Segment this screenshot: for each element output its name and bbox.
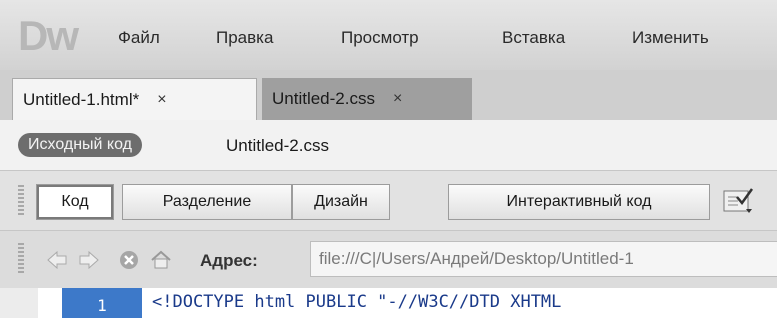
- view-split-button[interactable]: Разделение: [122, 184, 292, 220]
- line-number: 1: [62, 288, 142, 318]
- menu-view[interactable]: Просмотр: [341, 28, 419, 48]
- menu-modify[interactable]: Изменить: [632, 28, 709, 48]
- close-icon[interactable]: ×: [393, 90, 402, 108]
- view-design-button[interactable]: Дизайн: [292, 184, 390, 220]
- tab-untitled-2[interactable]: Untitled-2.css ×: [262, 78, 472, 120]
- view-split-label: Разделение: [162, 193, 252, 210]
- home-icon[interactable]: [150, 249, 172, 271]
- document-tab-bar: Untitled-1.html* × Untitled-2.css ×: [0, 70, 777, 121]
- toolbar-grip[interactable]: [18, 243, 24, 275]
- menu-file[interactable]: Файл: [118, 28, 160, 48]
- view-design-label: Дизайн: [314, 193, 368, 210]
- address-label: Адрес:: [200, 251, 258, 270]
- address-field[interactable]: file:///C|/Users/Андрей/Desktop/Untitled…: [310, 241, 777, 277]
- browser-navigation-bar: Адрес: file:///C|/Users/Андрей/Desktop/U…: [0, 230, 777, 289]
- close-icon[interactable]: ×: [157, 91, 166, 109]
- live-code-button[interactable]: Интерактивный код: [448, 184, 710, 220]
- app-logo: Dw: [18, 12, 79, 59]
- live-code-label: Интерактивный код: [506, 193, 652, 210]
- code-gutter: [0, 288, 38, 318]
- forward-arrow-icon[interactable]: [78, 249, 100, 271]
- menu-bar: Dw Файл Правка Просмотр Вставка Изменить: [0, 0, 777, 70]
- stop-icon[interactable]: [118, 249, 140, 271]
- view-code-label: Код: [61, 193, 89, 210]
- check-page-icon[interactable]: [722, 185, 756, 217]
- related-file-link[interactable]: Untitled-2.css: [226, 136, 329, 156]
- code-line[interactable]: <!DOCTYPE html PUBLIC "-//W3C//DTD XHTML: [152, 292, 561, 312]
- related-files-bar: Исходный код Untitled-2.css: [0, 120, 777, 170]
- toolbar-grip[interactable]: [18, 185, 24, 217]
- view-code-button[interactable]: Код: [36, 184, 114, 220]
- tab-label: Untitled-2.css: [272, 89, 375, 108]
- menu-edit[interactable]: Правка: [216, 28, 273, 48]
- tab-label: Untitled-1.html*: [23, 89, 140, 109]
- menu-insert[interactable]: Вставка: [502, 28, 565, 48]
- back-arrow-icon[interactable]: [46, 249, 68, 271]
- tab-untitled-1[interactable]: Untitled-1.html* ×: [12, 78, 257, 120]
- code-view[interactable]: 1 <!DOCTYPE html PUBLIC "-//W3C//DTD XHT…: [0, 288, 777, 318]
- document-toolbar: Код Разделение Дизайн Интерактивный код: [0, 170, 777, 231]
- source-code-button[interactable]: Исходный код: [18, 133, 142, 157]
